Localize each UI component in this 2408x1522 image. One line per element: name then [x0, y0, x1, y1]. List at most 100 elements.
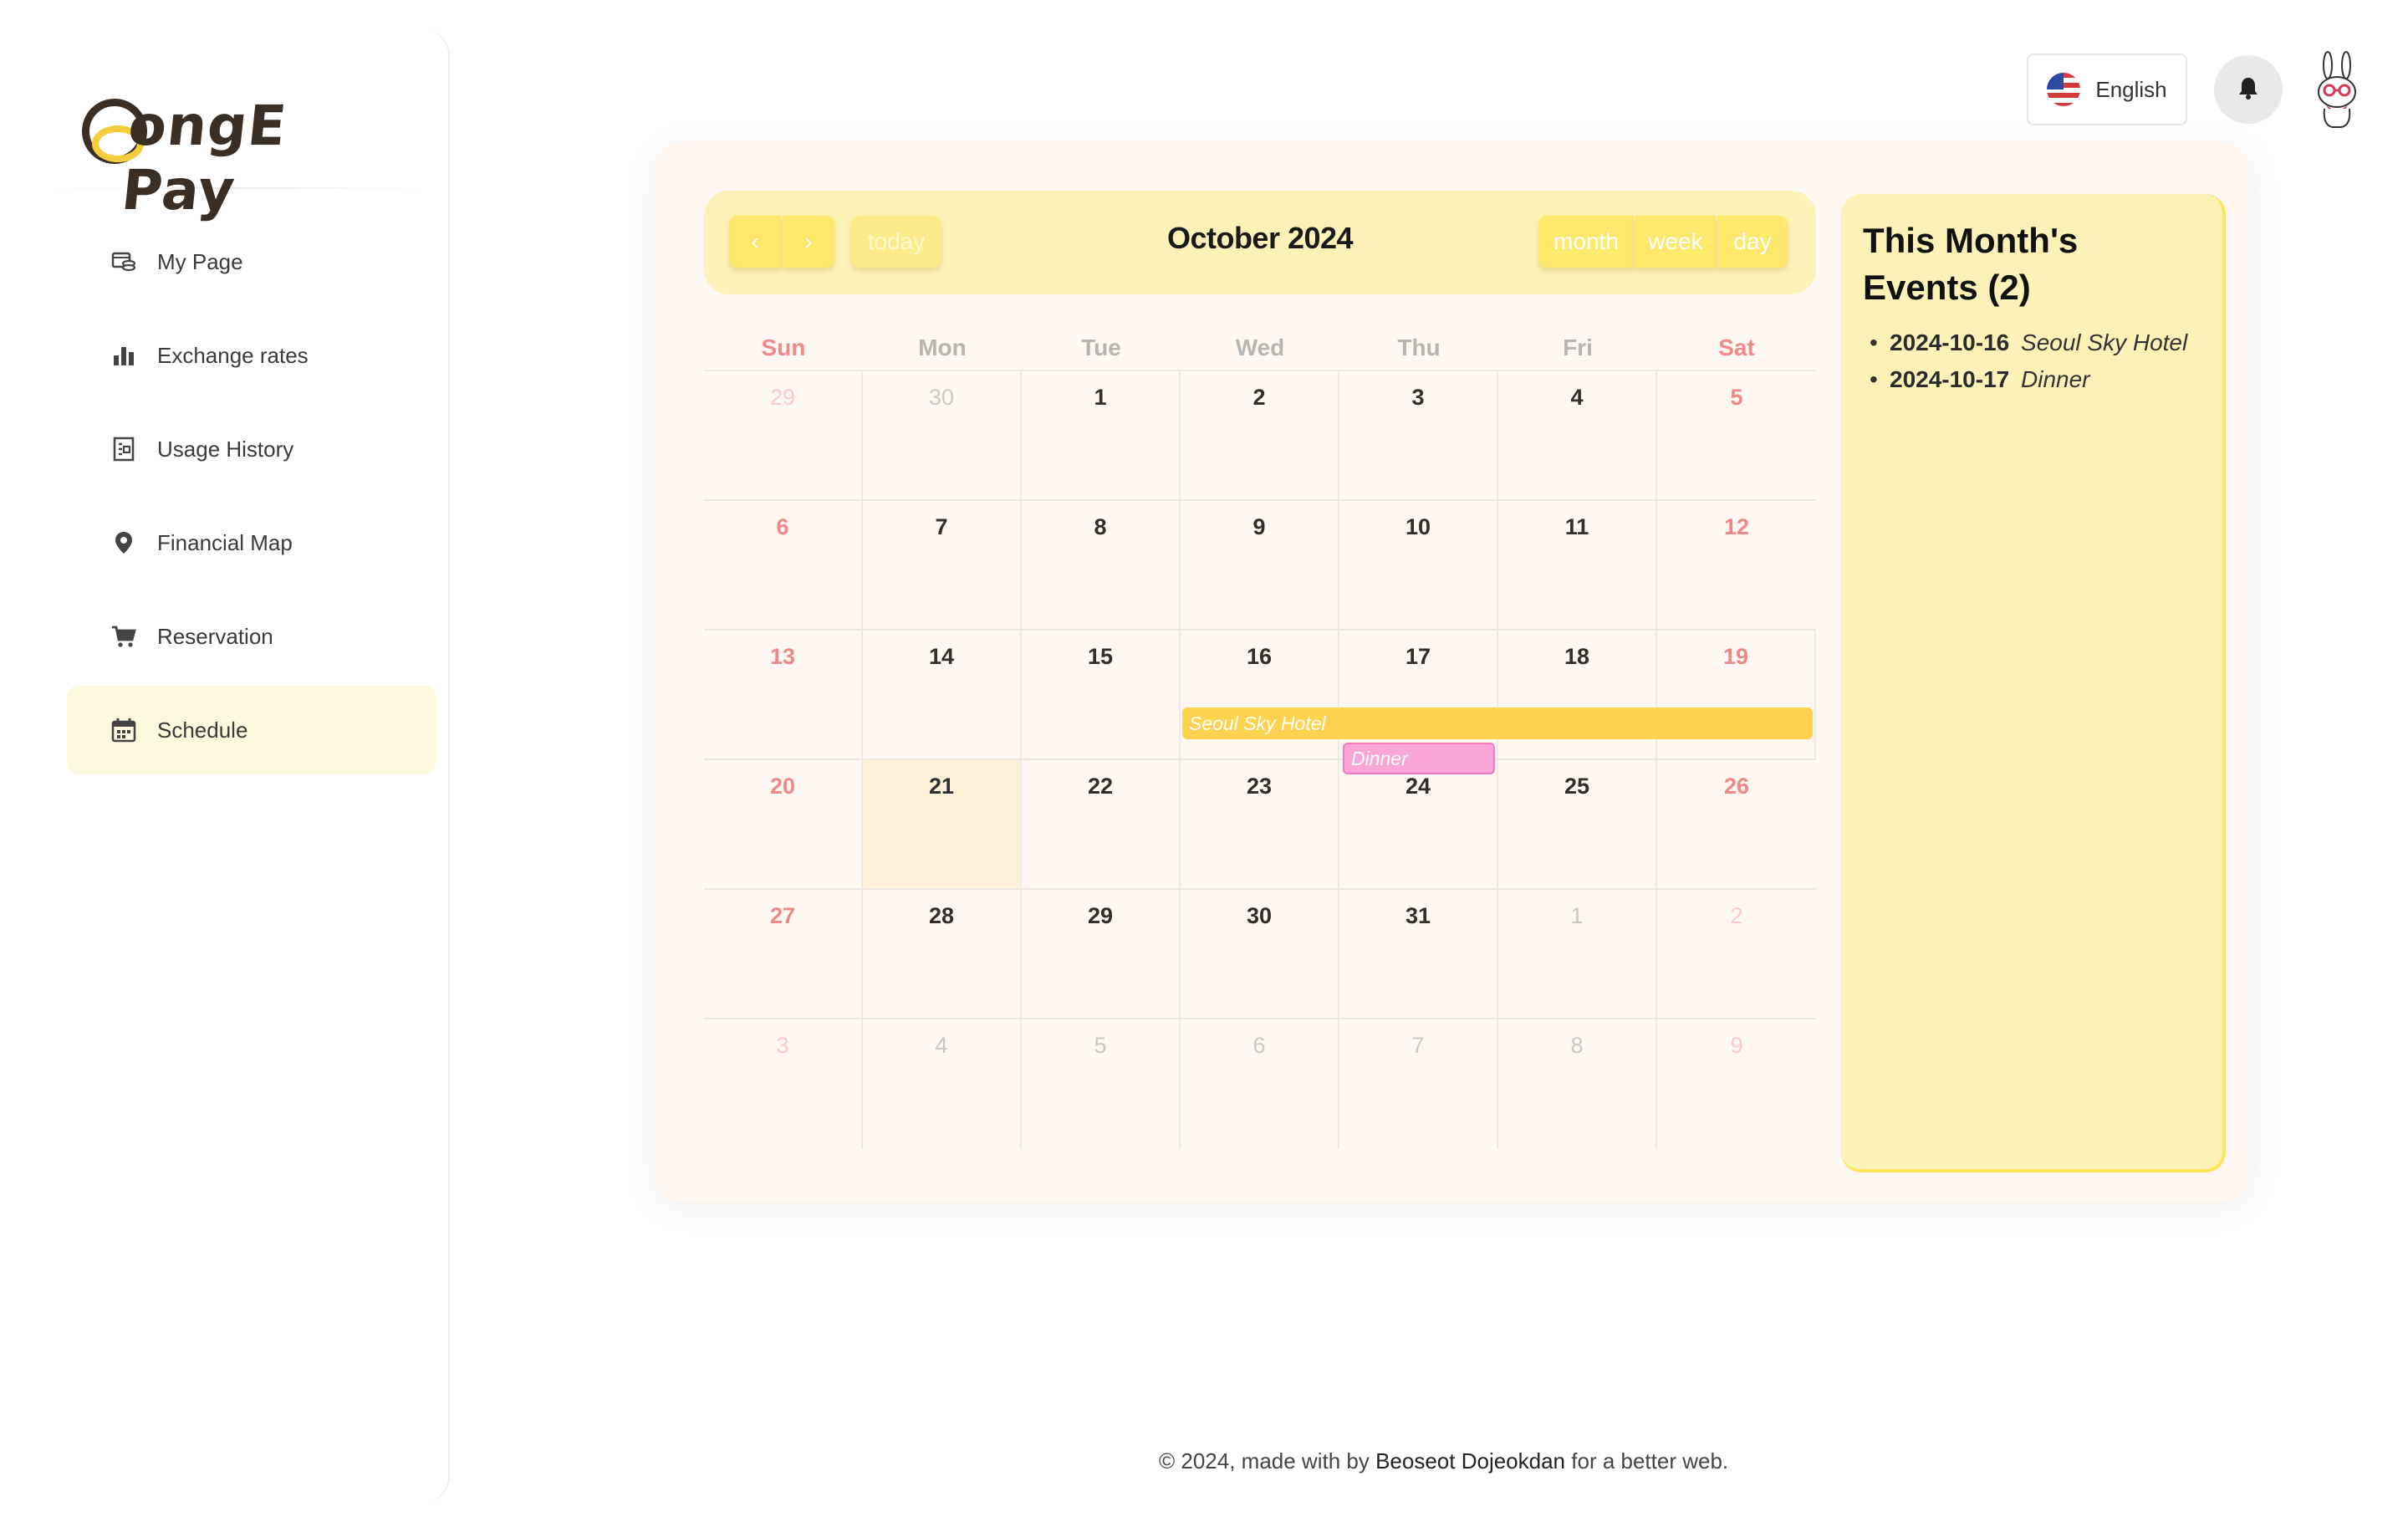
- sidebar-item-exchange-rates[interactable]: Exchange rates: [67, 311, 436, 400]
- sidebar-item-reservation[interactable]: Reservation: [67, 592, 436, 681]
- day-cell[interactable]: 13: [704, 631, 863, 758]
- day-cell[interactable]: 24: [1339, 760, 1498, 888]
- week-row: 3 4 5 6 7 8 9: [704, 1019, 1816, 1149]
- logo[interactable]: ongE Pay: [82, 70, 333, 222]
- day-cell[interactable]: 26: [1657, 760, 1816, 888]
- day-cell[interactable]: 6: [704, 501, 863, 629]
- sidebar-divider: [47, 187, 431, 189]
- day-cell[interactable]: 4: [1498, 371, 1657, 499]
- day-cell[interactable]: 23: [1181, 760, 1339, 888]
- day-number: 27: [769, 903, 796, 928]
- week-row: 29 30 1 2 3 4 5: [704, 371, 1816, 501]
- day-cell[interactable]: 2: [1657, 890, 1816, 1018]
- day-number: 2: [1252, 385, 1266, 410]
- day-cell[interactable]: 17: [1339, 631, 1498, 758]
- day-cell[interactable]: 8: [1498, 1019, 1657, 1149]
- sidebar-item-label: Exchange rates: [157, 342, 309, 368]
- sidebar-item-usage-history[interactable]: Usage History: [67, 405, 436, 493]
- day-view-button[interactable]: day: [1717, 216, 1788, 268]
- day-cell[interactable]: 9: [1181, 501, 1339, 629]
- day-cell[interactable]: 20: [704, 760, 863, 888]
- week-row: 13 14 15 16 17 18 19 Seoul Sky Hotel Din…: [704, 631, 1816, 774]
- day-number: 3: [1411, 385, 1425, 410]
- day-cell[interactable]: 12: [1657, 501, 1816, 629]
- day-number: 25: [1564, 774, 1590, 799]
- day-cell[interactable]: 4: [863, 1019, 1022, 1149]
- day-cell[interactable]: 7: [863, 501, 1022, 629]
- user-avatar[interactable]: [2308, 50, 2366, 130]
- day-cell[interactable]: 11: [1498, 501, 1657, 629]
- day-cell[interactable]: 31: [1339, 890, 1498, 1018]
- map-pin-icon: [109, 528, 139, 558]
- day-number: 24: [1405, 774, 1431, 799]
- day-cell[interactable]: 5: [1657, 371, 1816, 499]
- weekday-label: Sun: [761, 335, 806, 360]
- day-number: 4: [935, 1033, 948, 1058]
- day-number: 12: [1723, 514, 1750, 539]
- day-cell[interactable]: 22: [1022, 760, 1181, 888]
- bunny-avatar-icon: [2318, 51, 2356, 128]
- list-item[interactable]: 2024-10-16 Seoul Sky Hotel: [1863, 324, 2201, 361]
- day-cell-today[interactable]: 21: [863, 760, 1022, 888]
- day-cell[interactable]: 6: [1181, 1019, 1339, 1149]
- day-cell[interactable]: 2: [1181, 371, 1339, 499]
- language-label: English: [2095, 76, 2167, 102]
- sidebar-nav: My Page Exchange rates Usage History Fin…: [67, 217, 436, 779]
- day-cell[interactable]: 30: [1181, 890, 1339, 1018]
- calendar-card: ‹ › today October 2024 month week day Su…: [654, 142, 2251, 1203]
- us-flag-icon: [2047, 73, 2081, 106]
- logo-text: ongE Pay: [118, 94, 290, 222]
- day-cell[interactable]: 14: [863, 631, 1022, 758]
- day-cell[interactable]: 15: [1022, 631, 1181, 758]
- day-cell[interactable]: 30: [863, 371, 1022, 499]
- day-number: 31: [1405, 903, 1431, 928]
- day-cell[interactable]: 18: [1498, 631, 1657, 758]
- day-cell[interactable]: 5: [1022, 1019, 1181, 1149]
- footer-author-link[interactable]: Beoseot Dojeokdan: [1375, 1448, 1565, 1473]
- day-cell[interactable]: 16: [1181, 631, 1339, 758]
- day-cell[interactable]: 25: [1498, 760, 1657, 888]
- day-number: 8: [1570, 1033, 1584, 1058]
- day-cell[interactable]: 9: [1657, 1019, 1816, 1149]
- day-cell[interactable]: 1: [1498, 890, 1657, 1018]
- receipt-icon: [109, 434, 139, 464]
- language-select-button[interactable]: English: [2027, 54, 2187, 125]
- day-cell[interactable]: 29: [704, 371, 863, 499]
- day-number: 9: [1730, 1033, 1743, 1058]
- day-cell[interactable]: 7: [1339, 1019, 1498, 1149]
- bell-icon: [2237, 76, 2259, 104]
- day-number: 18: [1564, 644, 1590, 669]
- day-number: 30: [928, 385, 955, 410]
- day-cell[interactable]: 1: [1022, 371, 1181, 499]
- weekday-label: Fri: [1563, 335, 1593, 360]
- week-view-button[interactable]: week: [1635, 216, 1716, 268]
- weekday-label: Thu: [1397, 335, 1441, 360]
- week-row: 6 7 8 9 10 11 12: [704, 501, 1816, 631]
- day-number: 22: [1087, 774, 1114, 799]
- sidebar-item-financial-map[interactable]: Financial Map: [67, 498, 436, 587]
- event-name: Seoul Sky Hotel: [2021, 329, 2188, 355]
- calendar-event[interactable]: Seoul Sky Hotel: [1182, 707, 1813, 739]
- day-number: 1: [1570, 903, 1584, 928]
- day-number: 29: [1087, 903, 1114, 928]
- month-view-button[interactable]: month: [1538, 216, 1634, 268]
- weekday-label: Tue: [1081, 335, 1121, 360]
- sidebar-item-my-page[interactable]: My Page: [67, 217, 436, 306]
- notifications-button[interactable]: [2214, 55, 2283, 124]
- day-number: 5: [1730, 385, 1743, 410]
- day-cell[interactable]: 19: [1657, 631, 1816, 758]
- day-cell[interactable]: 3: [1339, 371, 1498, 499]
- day-cell[interactable]: 28: [863, 890, 1022, 1018]
- day-cell[interactable]: 10: [1339, 501, 1498, 629]
- list-item[interactable]: 2024-10-17 Dinner: [1863, 361, 2201, 398]
- week-row: 20 21 22 23 24 25 26: [704, 760, 1816, 890]
- day-number: 5: [1094, 1033, 1107, 1058]
- day-number: 15: [1087, 644, 1114, 669]
- day-cell[interactable]: 27: [704, 890, 863, 1018]
- footer-suffix: for a better web.: [1565, 1448, 1729, 1473]
- event-name: Dinner: [2021, 366, 2090, 392]
- day-cell[interactable]: 29: [1022, 890, 1181, 1018]
- sidebar-item-schedule[interactable]: Schedule: [67, 686, 436, 774]
- day-cell[interactable]: 8: [1022, 501, 1181, 629]
- day-cell[interactable]: 3: [704, 1019, 863, 1149]
